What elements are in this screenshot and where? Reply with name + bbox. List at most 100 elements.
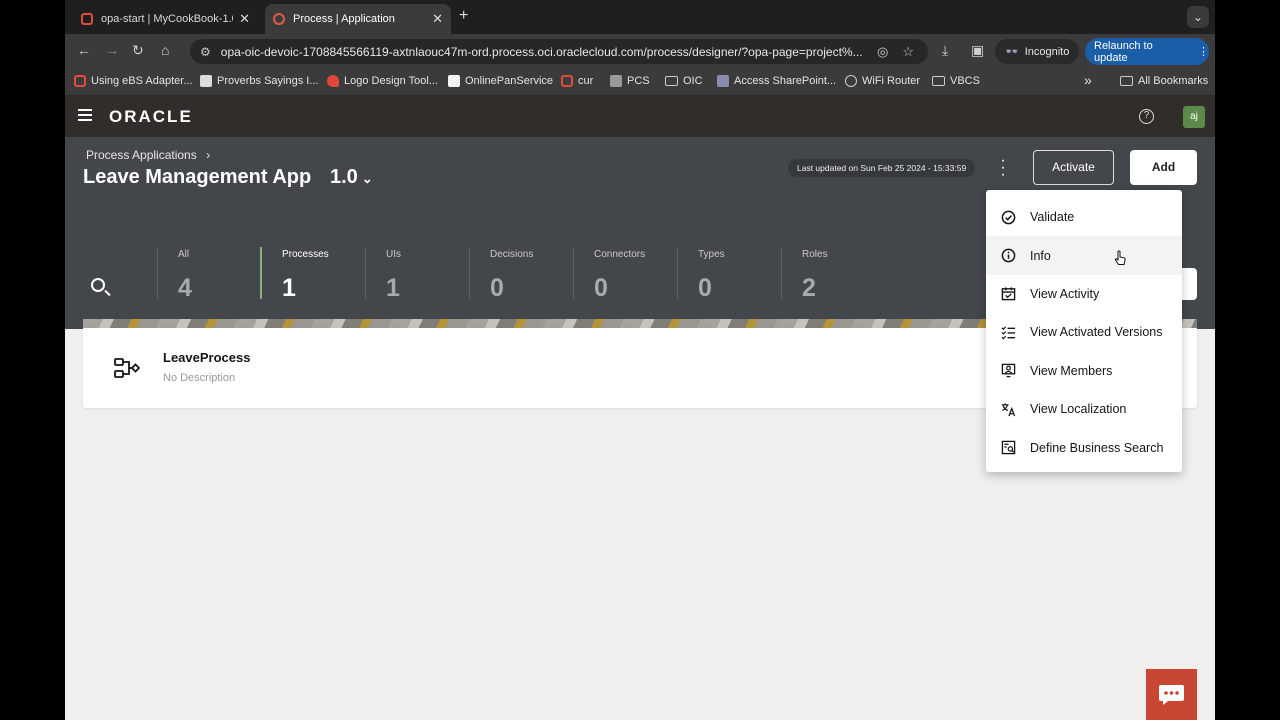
stat-uis[interactable]: UIs 1 bbox=[365, 247, 469, 302]
chat-button[interactable] bbox=[1146, 669, 1197, 720]
tab-bar: opa-start | MyCookBook-1.0 ✕ Process | A… bbox=[65, 0, 1215, 34]
incognito-label: Incognito bbox=[1024, 45, 1070, 58]
bookmark-vbcs[interactable]: VBCS bbox=[932, 75, 980, 87]
tab-mycookbook[interactable]: opa-start | MyCookBook-1.0 ✕ bbox=[73, 4, 258, 34]
bookmark-logo-design[interactable]: Logo Design Tool... bbox=[327, 75, 438, 87]
stat-roles[interactable]: Roles 2 bbox=[781, 247, 885, 302]
menu-item-define-business-search[interactable]: Define Business Search bbox=[986, 428, 1182, 466]
stat-label: Types bbox=[698, 249, 725, 260]
app-header: ORACLE ? aj bbox=[65, 96, 1215, 137]
more-actions-icon[interactable]: · · · bbox=[999, 153, 1007, 183]
back-icon[interactable]: ← bbox=[77, 42, 91, 58]
download-icon[interactable]: ⤓ bbox=[942, 42, 948, 59]
home-icon[interactable]: ⌂ bbox=[161, 42, 169, 58]
side-panel-icon[interactable]: ▣ bbox=[971, 42, 984, 59]
site-favicon-icon bbox=[200, 75, 212, 87]
user-avatar[interactable]: aj bbox=[1183, 106, 1205, 128]
process-flow-icon bbox=[114, 358, 140, 378]
last-updated-badge: Last updated on Sun Feb 25 2024 - 15:33:… bbox=[788, 159, 976, 177]
globe-icon bbox=[845, 75, 857, 87]
all-bookmarks-button[interactable]: All Bookmarks bbox=[1120, 75, 1208, 87]
process-name[interactable]: LeaveProcess bbox=[163, 350, 250, 365]
members-icon bbox=[1000, 363, 1016, 379]
stat-count: 0 bbox=[490, 274, 504, 302]
info-icon bbox=[1000, 248, 1016, 264]
incognito-badge[interactable]: 👓 Incognito bbox=[995, 39, 1080, 64]
site-settings-icon[interactable]: ⚙ bbox=[200, 45, 211, 59]
oracle-logo[interactable]: ORACLE bbox=[109, 107, 193, 127]
add-button[interactable]: Add bbox=[1130, 150, 1197, 185]
relaunch-label: Relaunch to update bbox=[1094, 39, 1153, 64]
url-field[interactable]: ⚙ opa-oic-devoic-1708845566119-axtnlaouc… bbox=[190, 39, 928, 64]
more-actions-menu: Validate Info View Activity View Activat… bbox=[986, 190, 1182, 472]
chat-bubble-icon bbox=[1159, 685, 1184, 705]
tab-title: Process | Application bbox=[293, 13, 395, 25]
folder-icon bbox=[932, 76, 945, 86]
menu-item-view-activated-versions[interactable]: View Activated Versions bbox=[986, 313, 1182, 351]
menu-item-label: Validate bbox=[1030, 210, 1075, 225]
menu-item-validate[interactable]: Validate bbox=[986, 198, 1182, 236]
eye-off-icon[interactable]: ◎ bbox=[877, 44, 888, 60]
process-description: No Description bbox=[163, 372, 236, 384]
menu-item-view-activity[interactable]: View Activity bbox=[986, 275, 1182, 313]
site-favicon-icon bbox=[717, 75, 729, 87]
oracle-favicon-icon bbox=[74, 75, 86, 87]
bookmark-ebs-adapter[interactable]: Using eBS Adapter... bbox=[74, 75, 193, 87]
more-bookmarks-button[interactable]: » bbox=[1084, 72, 1092, 88]
translate-icon bbox=[1000, 401, 1016, 417]
menu-item-view-members[interactable]: View Members bbox=[986, 352, 1182, 390]
stat-label: Connectors bbox=[594, 249, 646, 260]
bookmarks-bar: Using eBS Adapter... Proverbs Sayings I.… bbox=[65, 68, 1215, 96]
version-selector[interactable]: 1.0 ⌄ bbox=[330, 166, 373, 189]
calendar-icon bbox=[1000, 286, 1016, 302]
menu-item-label: View Activity bbox=[1030, 286, 1100, 301]
close-tab-icon[interactable]: ✕ bbox=[432, 11, 443, 27]
site-favicon-icon bbox=[327, 75, 339, 87]
address-bar: ← → ↻ ⌂ ⚙ opa-oic-devoic-1708845566119-a… bbox=[65, 34, 1215, 68]
bookmark-star-icon[interactable]: ☆ bbox=[902, 44, 914, 60]
oracle-favicon-icon bbox=[81, 13, 93, 25]
stat-all[interactable]: All 4 bbox=[157, 247, 261, 302]
folder-icon bbox=[1120, 76, 1133, 86]
menu-item-info[interactable]: Info bbox=[986, 236, 1182, 275]
bookmark-sharepoint[interactable]: Access SharePoint... bbox=[717, 75, 836, 87]
breadcrumb-process-applications[interactable]: Process Applications bbox=[86, 148, 197, 162]
bookmark-cur[interactable]: cur bbox=[561, 75, 593, 87]
bookmark-pcs[interactable]: PCS bbox=[610, 75, 650, 87]
help-icon[interactable]: ? bbox=[1139, 109, 1154, 124]
stat-decisions[interactable]: Decisions 0 bbox=[469, 247, 573, 302]
browser-window: opa-start | MyCookBook-1.0 ✕ Process | A… bbox=[65, 0, 1215, 720]
tab-search-icon[interactable]: ⌄ bbox=[1187, 6, 1209, 28]
stat-types[interactable]: Types 0 bbox=[677, 247, 781, 302]
forward-icon[interactable]: → bbox=[105, 42, 119, 58]
breadcrumb[interactable]: Process Applications › bbox=[86, 148, 210, 162]
checklist-icon bbox=[1000, 324, 1016, 340]
bookmark-onlinepanservice[interactable]: OnlinePanService bbox=[448, 75, 553, 87]
new-tab-icon[interactable]: + bbox=[459, 7, 468, 25]
stat-count: 1 bbox=[282, 274, 296, 302]
stat-label: Roles bbox=[802, 249, 828, 260]
more-vert-icon: ⋮ bbox=[1198, 46, 1209, 58]
stat-label: Processes bbox=[282, 249, 329, 260]
bookmark-proverbs[interactable]: Proverbs Sayings I... bbox=[200, 75, 319, 87]
stat-count: 2 bbox=[802, 274, 816, 302]
hamburger-menu-icon[interactable] bbox=[78, 109, 92, 121]
close-tab-icon[interactable]: ✕ bbox=[239, 11, 250, 27]
stat-count: 0 bbox=[698, 274, 712, 302]
search-icon[interactable] bbox=[91, 278, 105, 292]
stat-connectors[interactable]: Connectors 0 bbox=[573, 247, 677, 302]
reload-icon[interactable]: ↻ bbox=[132, 42, 144, 59]
oracle-favicon-icon bbox=[273, 13, 285, 25]
incognito-icon: 👓 bbox=[1005, 46, 1019, 58]
activate-button[interactable]: Activate bbox=[1033, 150, 1114, 185]
stat-count: 4 bbox=[178, 274, 192, 302]
bookmark-wifi-router[interactable]: WiFi Router bbox=[845, 75, 920, 87]
url-text[interactable]: opa-oic-devoic-1708845566119-axtnlaouc47… bbox=[221, 45, 877, 59]
tab-process-application[interactable]: Process | Application ✕ bbox=[265, 4, 451, 34]
relaunch-button[interactable]: Relaunch to update ⋮ bbox=[1085, 38, 1209, 65]
menu-item-label: View Localization bbox=[1030, 402, 1127, 417]
bookmark-oic[interactable]: OIC bbox=[665, 75, 703, 87]
menu-item-view-localization[interactable]: View Localization bbox=[986, 390, 1182, 428]
stat-count: 0 bbox=[594, 274, 608, 302]
stat-processes[interactable]: Processes 1 bbox=[260, 247, 364, 302]
